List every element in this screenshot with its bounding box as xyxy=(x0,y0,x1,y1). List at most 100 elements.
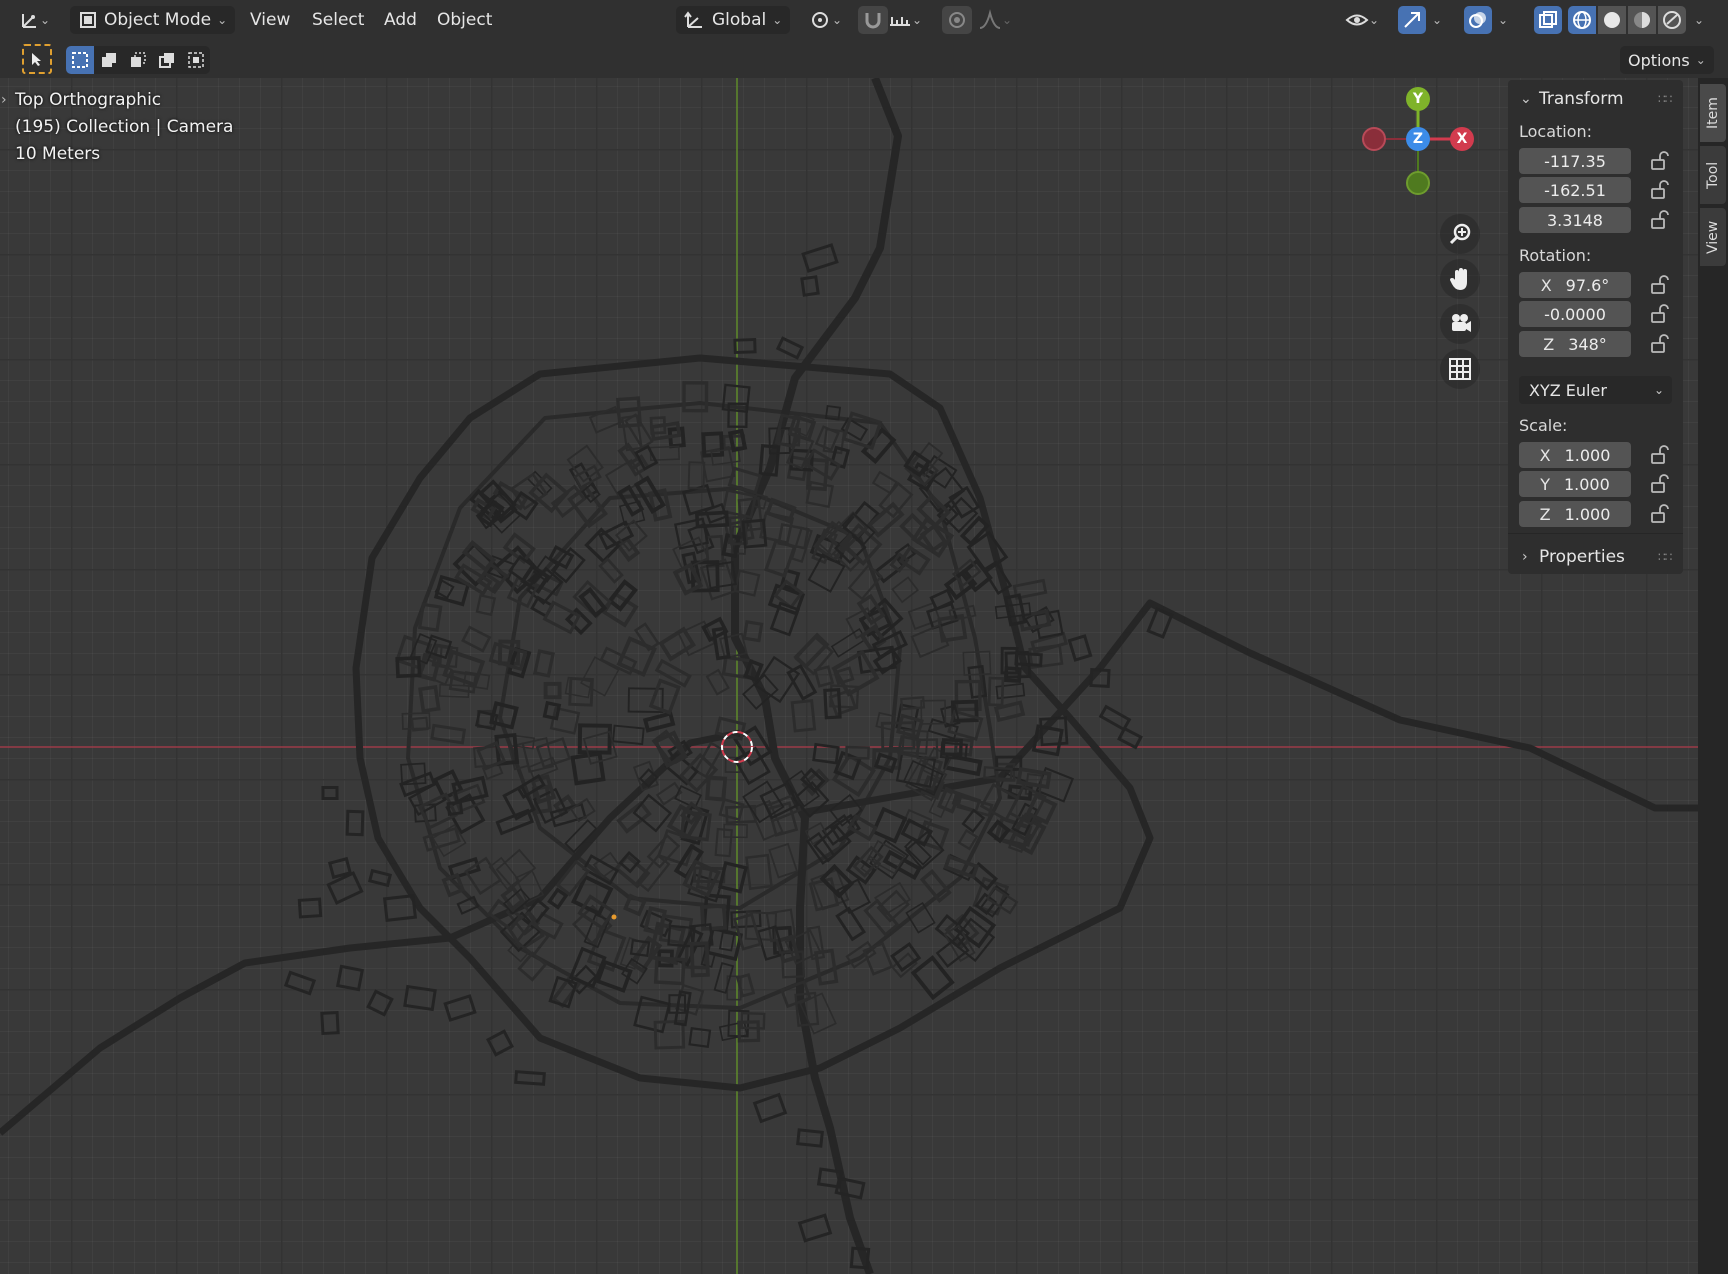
pivot-point-dropdown[interactable]: ⌄ xyxy=(808,6,842,34)
overlays-dropdown[interactable]: ⌄ xyxy=(1498,6,1508,34)
building-footprint xyxy=(768,842,799,879)
select-subtract-button[interactable] xyxy=(124,46,152,74)
chevron-down-icon: ⌄ xyxy=(912,13,923,27)
editor-type-button[interactable]: ⌄ xyxy=(18,6,50,34)
menu-select[interactable]: Select xyxy=(302,6,374,34)
lock-icon[interactable] xyxy=(1648,209,1670,231)
rotation-y-field[interactable]: -0.0000 xyxy=(1519,301,1631,327)
select-intersect-button[interactable] xyxy=(182,46,210,74)
grid-icon xyxy=(1449,358,1471,380)
building-footprint xyxy=(653,1019,686,1050)
lock-icon[interactable] xyxy=(1648,303,1670,325)
building-footprint xyxy=(995,682,1026,700)
snap-target-dropdown[interactable]: ⌄ xyxy=(888,6,922,34)
lock-icon[interactable] xyxy=(1648,473,1670,495)
material-sphere-icon xyxy=(1634,12,1650,28)
zoom-button[interactable] xyxy=(1440,214,1480,254)
gizmo-z-axis[interactable]: Z xyxy=(1406,127,1430,151)
building-footprint xyxy=(790,699,817,733)
select-difference-icon xyxy=(159,53,174,68)
sidebar-item-panel: ⌄ Transform ∷∷ Location: -117.35 -162.51… xyxy=(1508,80,1683,574)
gizmo-x-axis[interactable]: X xyxy=(1450,127,1474,151)
scale-x-field[interactable]: X 1.000 xyxy=(1519,442,1631,468)
perspective-toggle-button[interactable] xyxy=(1440,349,1480,389)
rotation-mode-dropdown[interactable]: XYZ Euler ⌄ xyxy=(1519,376,1672,404)
building-footprint xyxy=(745,853,773,891)
gizmo-toggle[interactable] xyxy=(1398,6,1426,34)
building-footprint xyxy=(345,809,365,837)
lock-icon[interactable] xyxy=(1648,179,1670,201)
tab-item[interactable]: Item xyxy=(1700,84,1726,142)
3d-viewport[interactable]: › Top Orthographic (195) Collection | Ca… xyxy=(0,78,1698,1274)
scale-y-field[interactable]: Y 1.000 xyxy=(1519,471,1631,497)
location-x-field[interactable]: -117.35 xyxy=(1519,148,1631,174)
transform-title: Transform xyxy=(1539,89,1624,109)
eye-select-icon xyxy=(1345,14,1369,26)
lock-icon[interactable] xyxy=(1648,274,1670,296)
menu-view[interactable]: View xyxy=(240,6,300,34)
gizmo-neg-x-axis[interactable] xyxy=(1362,127,1386,151)
building-footprint xyxy=(570,751,606,786)
sidebar-tabs: Item Tool View xyxy=(1698,78,1728,1274)
navigation-gizmo[interactable]: Y Z X xyxy=(1355,82,1485,202)
lock-icon[interactable] xyxy=(1648,150,1670,172)
active-tool-button[interactable] xyxy=(22,44,52,74)
orientation-label: Global xyxy=(712,10,767,30)
drag-handle-icon[interactable]: ∷∷ xyxy=(1658,92,1672,106)
options-dropdown[interactable]: Options ⌄ xyxy=(1620,46,1714,74)
lock-icon[interactable] xyxy=(1648,503,1670,525)
location-z-field[interactable]: 3.3148 xyxy=(1519,207,1631,233)
chevron-down-icon: ⌄ xyxy=(1432,13,1443,27)
rotation-z-field[interactable]: Z 348° xyxy=(1519,331,1631,357)
falloff-dropdown[interactable]: ⌄ xyxy=(978,6,1012,34)
tab-view[interactable]: View xyxy=(1700,208,1726,266)
viewport-expand-arrow[interactable]: › xyxy=(1,92,7,108)
location-y-field[interactable]: -162.51 xyxy=(1519,177,1631,203)
tab-tool[interactable]: Tool xyxy=(1700,146,1726,204)
rotation-y-value: -0.0000 xyxy=(1544,304,1606,324)
menu-object[interactable]: Object xyxy=(427,6,502,34)
rotation-x-field[interactable]: X 97.6° xyxy=(1519,272,1631,298)
snap-toggle[interactable] xyxy=(858,6,888,34)
building-footprint xyxy=(1146,607,1174,639)
building-footprint xyxy=(805,831,836,865)
select-new-button[interactable] xyxy=(66,46,94,74)
shading-wireframe-button[interactable] xyxy=(1568,6,1596,34)
building-footprint xyxy=(297,897,323,919)
building-footprint xyxy=(801,243,839,273)
gizmo-y-axis[interactable]: Y xyxy=(1406,87,1430,111)
xray-toggle[interactable] xyxy=(1534,6,1562,34)
rotation-label: Rotation: xyxy=(1519,246,1592,265)
gizmo-neg-y-axis[interactable] xyxy=(1406,171,1430,195)
properties-panel-header[interactable]: › Properties ∷∷ xyxy=(1508,538,1683,576)
drag-handle-icon[interactable]: ∷∷ xyxy=(1658,550,1672,564)
shading-dropdown[interactable]: ⌄ xyxy=(1694,6,1704,34)
lock-icon[interactable] xyxy=(1648,444,1670,466)
menu-add[interactable]: Add xyxy=(374,6,427,34)
building-footprint xyxy=(475,594,497,617)
chevron-down-icon: ⌄ xyxy=(1653,383,1664,397)
transform-panel-header[interactable]: ⌄ Transform ∷∷ xyxy=(1508,80,1683,118)
chevron-down-icon: ⌄ xyxy=(1498,13,1509,27)
select-difference-button[interactable] xyxy=(153,46,181,74)
gizmo-dropdown[interactable]: ⌄ xyxy=(1432,6,1442,34)
camera-view-button[interactable] xyxy=(1440,304,1480,344)
building-footprint xyxy=(461,625,492,653)
building-footprint xyxy=(919,869,952,904)
mode-dropdown[interactable]: Object Mode ⌄ xyxy=(70,6,236,34)
building-footprint xyxy=(814,948,839,986)
select-extend-button[interactable] xyxy=(95,46,123,74)
pan-button[interactable] xyxy=(1440,259,1480,299)
scale-z-field[interactable]: Z 1.000 xyxy=(1519,501,1631,527)
proportional-edit-toggle[interactable] xyxy=(942,6,972,34)
shading-solid-button[interactable] xyxy=(1598,6,1626,34)
chevron-right-icon: › xyxy=(1522,549,1528,565)
town-mesh xyxy=(0,78,1698,1274)
transform-orientation-dropdown[interactable]: Global ⌄ xyxy=(676,6,791,34)
lock-icon[interactable] xyxy=(1648,333,1670,355)
shading-material-button[interactable] xyxy=(1628,6,1656,34)
overlays-toggle[interactable] xyxy=(1464,6,1492,34)
visibility-dropdown[interactable]: ⌄ xyxy=(1345,6,1379,34)
shading-rendered-button[interactable] xyxy=(1658,6,1686,34)
building-footprint xyxy=(895,713,924,740)
